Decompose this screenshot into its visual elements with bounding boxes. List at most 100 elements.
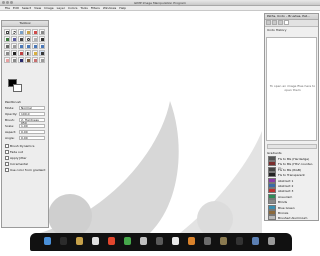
mode-row: Mode: Normal (5, 106, 47, 110)
ellipse-select-tool[interactable] (11, 29, 17, 35)
settings-icon[interactable] (156, 237, 163, 245)
align-tool[interactable] (4, 43, 10, 49)
scissors-tool[interactable] (39, 29, 45, 35)
incremental-checkbox[interactable]: Incremental (5, 162, 28, 166)
blend-tool[interactable] (25, 50, 31, 56)
opacity-row: Opacity: 100.0 (5, 112, 47, 116)
color-select-tool[interactable] (32, 29, 38, 35)
gradient-name: Bronze (278, 211, 289, 215)
gradient-item[interactable]: Brushed Aluminium (266, 215, 318, 221)
dock-window: Paths, Undo – Brushes, Pat... Undo Histo… (264, 13, 319, 221)
mode-select[interactable]: Normal (19, 106, 45, 110)
free-select-tool[interactable] (18, 29, 24, 35)
angle-row: Angle: 0.00 (5, 136, 47, 140)
scale-slider[interactable]: 1.00 (19, 124, 45, 128)
gradient-name: FG to BG (RGB) (278, 167, 302, 172)
bucket-fill-tool[interactable] (18, 50, 24, 56)
color-picker-tool[interactable] (18, 36, 24, 42)
eraser-tool[interactable] (4, 57, 10, 63)
trash-icon[interactable] (268, 237, 275, 245)
gradient-swatch (268, 215, 276, 221)
layers-tab[interactable] (266, 20, 271, 25)
clone-tool[interactable] (25, 57, 31, 63)
mode-label: Mode: (5, 106, 15, 110)
files-icon[interactable] (76, 237, 83, 245)
brush-select[interactable]: 2. Hardness 050 (19, 118, 45, 125)
paths-tool[interactable] (11, 36, 17, 42)
calendar-icon[interactable] (172, 237, 179, 245)
gimp-icon[interactable] (220, 237, 227, 245)
checkbox-icon (5, 144, 9, 148)
gradient-swatch (268, 172, 276, 178)
undo-tab[interactable] (284, 20, 289, 25)
system-icon[interactable] (204, 237, 211, 245)
background-color-swatch[interactable] (13, 84, 22, 92)
angle-slider[interactable]: 0.00 (19, 136, 45, 140)
scale-row: Scale: 1.00 (5, 124, 47, 128)
airbrush-tool[interactable] (11, 57, 17, 63)
fuzzy-select-tool[interactable] (25, 29, 31, 35)
fade-out-label: Fade out (10, 150, 23, 154)
fade-out-checkbox[interactable]: Fade out (5, 150, 23, 154)
rotate-tool[interactable] (18, 43, 24, 49)
gradient-swatch (268, 183, 276, 188)
gradient-name: Abstract 1 (278, 178, 294, 183)
gradient-swatch (268, 188, 276, 194)
gradient-name: Blinds (278, 200, 288, 205)
crop-tool[interactable] (11, 43, 17, 49)
perspective-tool[interactable] (39, 43, 45, 49)
aspect-slider[interactable]: 0.00 (19, 130, 45, 134)
monitor-icon[interactable] (236, 237, 243, 245)
gradient-name: FG to Transparent (278, 173, 305, 178)
ink-tool[interactable] (18, 57, 24, 63)
brush-dynamics-label: Brush Dynamics (10, 144, 35, 148)
heal-tool[interactable] (32, 57, 38, 63)
opacity-slider[interactable]: 100.0 (19, 112, 45, 116)
finder-icon[interactable] (44, 237, 51, 245)
gradient-name: Abstract 3 (278, 189, 294, 194)
flip-tool[interactable] (4, 50, 10, 56)
measure-tool[interactable] (32, 36, 38, 42)
foreground-select-tool[interactable] (4, 36, 10, 42)
toolbox-window: Toolbox Paintbrush Mode: Normal Opacity:… (1, 20, 49, 228)
scale-tool[interactable] (25, 43, 31, 49)
text-tool[interactable] (11, 50, 17, 56)
move-tool[interactable] (39, 36, 45, 42)
paintbrush-tool[interactable] (39, 50, 45, 56)
checkbox-icon (5, 150, 9, 154)
music-icon[interactable] (140, 237, 147, 245)
brush-dynamics-toggle[interactable]: Brush Dynamics (5, 144, 34, 148)
terminal-icon[interactable] (60, 237, 67, 245)
apply-jitter-label: Apply Jitter (10, 156, 27, 160)
tool-grid (2, 27, 48, 65)
browser-icon[interactable] (108, 237, 115, 245)
rect-select-tool[interactable] (4, 29, 10, 35)
gradient-name: Blue Green (278, 205, 295, 210)
gradient-swatch (268, 204, 276, 210)
gradient-swatch (268, 193, 276, 199)
paths-tab[interactable] (278, 20, 283, 25)
drop-hint: To open an image files here to open them (269, 84, 316, 92)
gradients-header: Gradients (267, 151, 282, 155)
zoom-tool[interactable] (25, 36, 31, 42)
use-gradient-checkbox[interactable]: Use color from gradient (5, 168, 45, 172)
gradient-name: Brushed Aluminium (278, 216, 308, 221)
checkbox-icon (5, 156, 9, 160)
aspect-row: Aspect: 0.00 (5, 130, 47, 134)
gradient-swatch (268, 210, 276, 215)
downloads-icon[interactable] (252, 237, 259, 245)
chrome-icon[interactable] (124, 237, 131, 245)
undo-history-list[interactable]: To open an image files here to open them (266, 37, 317, 141)
smudge-tool[interactable] (39, 57, 45, 63)
angle-label: Angle: (5, 136, 15, 140)
dock-tabbar (265, 20, 318, 27)
apply-jitter-checkbox[interactable]: Apply Jitter (5, 156, 27, 160)
undo-history-header: Undo History (267, 28, 287, 32)
pencil-tool[interactable] (32, 50, 38, 56)
channels-tab[interactable] (272, 20, 277, 25)
opacity-label: Opacity: (5, 112, 18, 116)
checkbox-icon (5, 162, 9, 166)
photos-icon[interactable] (188, 237, 195, 245)
text-editor-icon[interactable] (92, 237, 99, 245)
shear-tool[interactable] (32, 43, 38, 49)
